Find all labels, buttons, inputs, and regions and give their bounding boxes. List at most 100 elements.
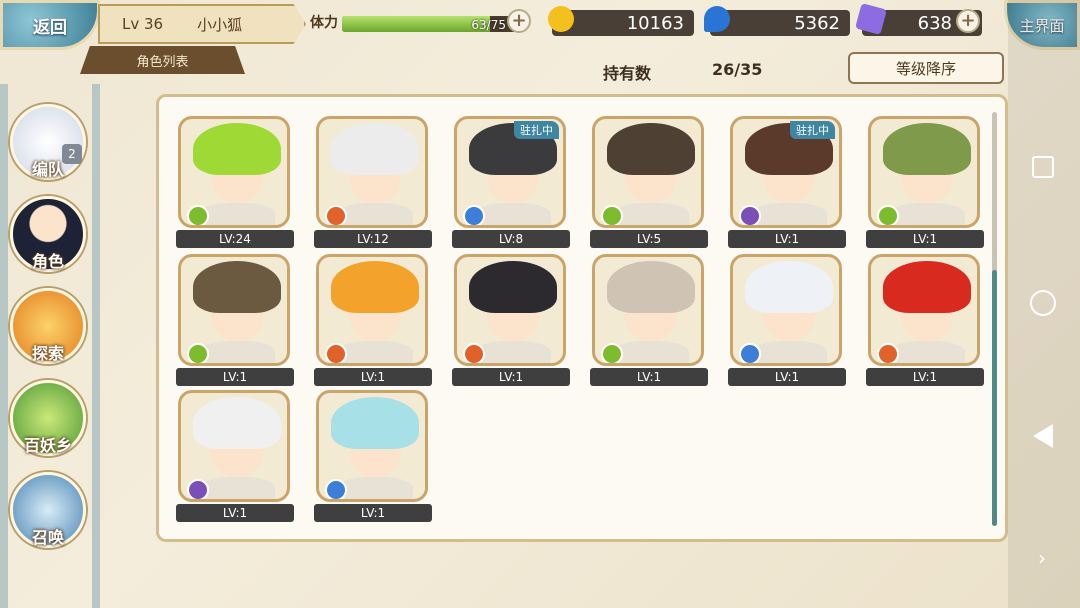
character-body — [337, 477, 413, 499]
character-portrait: 驻扎中 — [730, 116, 842, 228]
recent-apps-icon[interactable] — [1032, 156, 1054, 178]
home-circle-icon[interactable] — [1030, 290, 1056, 316]
wind-element-icon — [187, 343, 209, 363]
character-body — [337, 341, 413, 363]
character-portrait — [592, 254, 704, 366]
stationed-badge: 驻扎中 — [790, 121, 835, 139]
blue-flame-value: 5362 — [794, 12, 840, 34]
character-card[interactable]: LV:1 — [314, 390, 434, 524]
stationed-badge: 驻扎中 — [514, 121, 559, 139]
character-card[interactable]: 驻扎中 LV:1 — [728, 116, 848, 250]
character-hair — [607, 261, 695, 313]
character-card[interactable]: LV:1 — [176, 390, 296, 524]
sort-button[interactable]: 等级降序 — [848, 52, 1004, 84]
character-level: LV:1 — [728, 368, 846, 386]
sidebar-item-village[interactable]: 百妖乡 — [8, 380, 88, 460]
character-body — [889, 203, 965, 225]
page-title: 角色列表 — [80, 46, 245, 74]
blue-flame-balance: 5362 — [710, 10, 850, 36]
stamina-bar: 体力 63/75 — [308, 10, 530, 36]
player-name: 小小狐 — [197, 15, 243, 34]
character-portrait — [316, 390, 428, 502]
character-card[interactable]: LV:1 — [866, 116, 986, 250]
character-body — [475, 203, 551, 225]
back-button[interactable]: 返回 — [0, 0, 100, 50]
character-body — [199, 203, 275, 225]
character-hair — [469, 261, 557, 313]
character-body — [613, 203, 689, 225]
character-body — [199, 477, 275, 499]
dark-element-icon — [739, 205, 761, 225]
add-crystal-button[interactable]: + — [956, 9, 980, 33]
character-level: LV:1 — [314, 504, 432, 522]
character-card[interactable]: LV:1 — [728, 254, 848, 388]
gold-value: 10163 — [626, 12, 684, 34]
character-portrait: 驻扎中 — [454, 116, 566, 228]
character-body — [475, 341, 551, 363]
character-hair — [193, 123, 281, 175]
water-element-icon — [463, 205, 485, 225]
dark-element-icon — [187, 479, 209, 499]
character-level: LV:1 — [866, 368, 984, 386]
character-card[interactable]: LV:1 — [176, 254, 296, 388]
character-level: LV:24 — [176, 230, 294, 248]
character-portrait — [178, 254, 290, 366]
wind-element-icon — [601, 205, 623, 225]
character-body — [751, 203, 827, 225]
scrollbar-thumb[interactable] — [992, 270, 997, 526]
sidebar-item-characters[interactable]: 角色 — [8, 196, 88, 276]
character-portrait — [868, 254, 980, 366]
sidebar-item-team[interactable]: 2 编队 — [8, 104, 88, 184]
sidebar-item-label: 召唤 — [31, 528, 64, 547]
chevron-right-icon[interactable]: › — [1038, 546, 1046, 570]
character-card[interactable]: LV:5 — [590, 116, 710, 250]
character-card[interactable]: LV:12 — [314, 116, 434, 250]
wind-element-icon — [601, 343, 623, 363]
character-body — [337, 203, 413, 225]
character-card[interactable]: LV:1 — [866, 254, 986, 388]
owned-count: 26/35 — [712, 60, 763, 79]
character-portrait — [868, 116, 980, 228]
character-card[interactable]: LV:1 — [590, 254, 710, 388]
character-card[interactable]: LV:1 — [314, 254, 434, 388]
character-card[interactable]: LV:24 — [176, 116, 296, 250]
character-card[interactable]: LV:1 — [452, 254, 572, 388]
character-card[interactable]: 驻扎中 LV:8 — [452, 116, 572, 250]
character-hair — [607, 123, 695, 175]
character-level: LV:1 — [866, 230, 984, 248]
character-portrait — [178, 116, 290, 228]
back-triangle-icon[interactable] — [1033, 424, 1053, 448]
character-level: LV:12 — [314, 230, 432, 248]
fire-element-icon — [325, 205, 347, 225]
character-level: LV:1 — [176, 368, 294, 386]
character-hair — [331, 261, 419, 313]
character-hair — [745, 261, 833, 313]
fire-element-icon — [325, 343, 347, 363]
stamina-value: 63/75 — [471, 18, 506, 32]
wind-element-icon — [877, 205, 899, 225]
character-level: LV:8 — [452, 230, 570, 248]
character-hair — [193, 261, 281, 313]
character-portrait — [730, 254, 842, 366]
gold-coin-icon — [548, 6, 574, 32]
stamina-label: 体力 — [310, 15, 338, 31]
character-level: LV:1 — [728, 230, 846, 248]
add-stamina-button[interactable]: + — [507, 9, 531, 33]
sidebar-item-explore[interactable]: 探索 — [8, 288, 88, 368]
player-level: Lv 36 — [122, 15, 164, 33]
sidebar-item-label: 编队 — [31, 160, 64, 179]
character-body — [613, 341, 689, 363]
character-portrait — [592, 116, 704, 228]
character-hair — [883, 123, 971, 175]
character-hair — [883, 261, 971, 313]
sidebar-item-summon[interactable]: 召唤 — [8, 472, 88, 552]
character-body — [751, 341, 827, 363]
character-level: LV:1 — [452, 368, 570, 386]
sidebar-item-label: 探索 — [31, 344, 64, 363]
sidebar-item-label: 百妖乡 — [23, 436, 72, 455]
character-portrait — [316, 116, 428, 228]
fire-element-icon — [877, 343, 899, 363]
character-portrait — [454, 254, 566, 366]
character-level: LV:5 — [590, 230, 708, 248]
character-level: LV:1 — [590, 368, 708, 386]
